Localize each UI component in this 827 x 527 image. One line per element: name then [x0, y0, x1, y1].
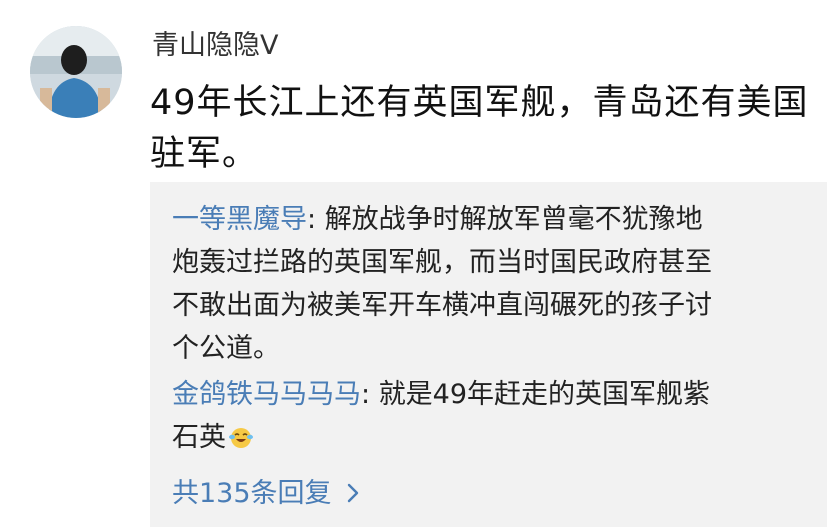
reply-separator: :	[361, 379, 379, 410]
reply-text-line: 不敢出面为被美军开车横冲直闯碾死的孩子讨	[172, 290, 712, 321]
weibo-comment-card: 青山隐隐V 49年长江上还有英国军舰，青岛还有美国 驻军。 一等黑魔导: 解放战争…	[0, 0, 827, 527]
reply-text-line: 就是49年赶走的英国军舰紫	[378, 379, 711, 410]
post-text-line-1: 49年长江上还有英国军舰，青岛还有美国	[150, 83, 809, 123]
avatar[interactable]	[30, 26, 122, 118]
reply-text-line: 石英	[172, 422, 226, 453]
more-replies-label: 共135条回复	[172, 478, 332, 509]
post-text: 49年长江上还有英国军舰，青岛还有美国 驻军。	[150, 78, 810, 180]
avatar-photo-icon	[30, 26, 122, 118]
username[interactable]: 青山隐隐V	[152, 28, 278, 64]
reply-item: 一等黑魔导: 解放战争时解放军曾毫不犹豫地炮轰过拦路的英国军舰，而当时国民政府甚…	[172, 198, 802, 370]
more-replies-link[interactable]: 共135条回复	[172, 474, 360, 514]
reply-text-line: 个公道。	[172, 333, 280, 364]
chevron-right-icon	[346, 476, 360, 503]
reply-text-line: 炮轰过拦路的英国军舰，而当时国民政府甚至	[172, 247, 712, 278]
post-text-line-2: 驻军。	[150, 134, 259, 174]
reply-separator: :	[307, 204, 325, 235]
reply-author-link[interactable]: 一等黑魔导	[172, 204, 307, 235]
reply-author-link[interactable]: 金鸽铁马马马马	[172, 379, 361, 410]
reply-text-line: 解放战争时解放军曾毫不犹豫地	[324, 204, 703, 235]
laughing-crying-emoji-icon	[228, 420, 254, 448]
replies-panel: 一等黑魔导: 解放战争时解放军曾毫不犹豫地炮轰过拦路的英国军舰，而当时国民政府甚…	[150, 182, 827, 527]
reply-item: 金鸽铁马马马马: 就是49年赶走的英国军舰紫石英	[172, 373, 802, 459]
